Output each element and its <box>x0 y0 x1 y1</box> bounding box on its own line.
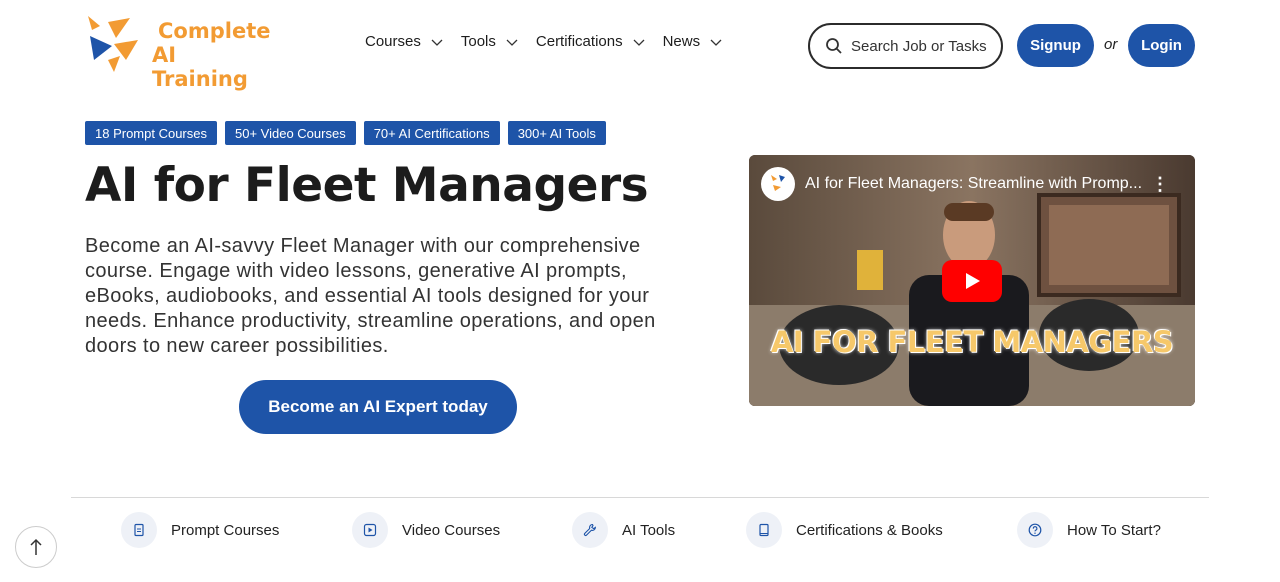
play-button[interactable] <box>942 260 1002 302</box>
badge-prompt-courses[interactable]: 18 Prompt Courses <box>85 121 217 145</box>
brand-logo[interactable]: Complete AI Training <box>86 16 270 91</box>
or-text: or <box>1104 36 1118 53</box>
help-icon <box>1017 512 1053 548</box>
scroll-to-top-button[interactable] <box>15 526 57 568</box>
search-box[interactable] <box>808 23 1003 69</box>
more-options-icon[interactable]: ⋮ <box>1151 175 1169 193</box>
section-divider <box>71 497 1209 498</box>
chevron-down-icon <box>431 39 443 46</box>
bottom-nav-how-to-start[interactable]: How To Start? <box>1017 512 1161 548</box>
nav-certifications-label: Certifications <box>535 33 623 50</box>
badge-certifications[interactable]: 70+ AI Certifications <box>363 121 500 145</box>
chevron-down-icon <box>506 39 518 46</box>
nav-news[interactable]: News <box>663 33 723 50</box>
play-icon <box>352 512 388 548</box>
bottom-nav-label: Certifications & Books <box>796 521 943 539</box>
logo-mark-icon <box>88 16 138 72</box>
bottom-nav-label: Video Courses <box>402 521 501 539</box>
video-caption: AI FOR FLEET MANAGERS <box>770 325 1174 359</box>
search-input[interactable] <box>851 37 1001 55</box>
video-player[interactable]: AI for Fleet Managers: Streamline with P… <box>749 155 1195 406</box>
brand-line2: AI Training <box>152 43 248 91</box>
video-title[interactable]: AI for Fleet Managers: Streamline with P… <box>805 175 1145 193</box>
badge-video-courses[interactable]: 50+ Video Courses <box>225 121 356 145</box>
book-icon <box>746 512 782 548</box>
bottom-nav-certifications-books[interactable]: Certifications & Books <box>746 512 943 548</box>
chevron-down-icon <box>710 39 722 46</box>
channel-avatar[interactable] <box>761 167 795 201</box>
nav-certifications[interactable]: Certifications <box>536 33 645 50</box>
bottom-nav-label: AI Tools <box>622 521 676 539</box>
hero-description: Become an AI-savvy Fleet Manager with ou… <box>85 235 656 357</box>
play-icon <box>966 273 980 289</box>
bottom-nav-ai-tools[interactable]: AI Tools <box>572 512 675 548</box>
bottom-nav-label: How To Start? <box>1067 521 1161 539</box>
nav-tools[interactable]: Tools <box>461 33 518 50</box>
bottom-nav-label: Prompt Courses <box>171 521 280 539</box>
login-button[interactable]: Login <box>1128 24 1195 67</box>
chevron-down-icon <box>633 39 645 46</box>
bottom-nav-video-courses[interactable]: Video Courses <box>352 512 500 548</box>
bottom-nav-prompt-courses[interactable]: Prompt Courses <box>121 512 279 548</box>
badge-ai-tools[interactable]: 300+ AI Tools <box>507 121 606 145</box>
brand-name: Complete AI Training <box>152 19 270 91</box>
bottom-nav: Prompt Courses Video Courses AI Tools Ce… <box>0 512 1280 552</box>
search-icon <box>826 38 842 54</box>
main-nav: Courses Tools Certifications News <box>365 33 740 50</box>
document-icon <box>121 512 157 548</box>
nav-news-label: News <box>662 33 701 50</box>
stats-badges: 18 Prompt Courses 50+ Video Courses 70+ … <box>85 121 606 145</box>
nav-tools-label: Tools <box>460 33 496 50</box>
arrow-up-icon <box>30 538 42 555</box>
channel-logo-icon <box>771 175 785 191</box>
become-expert-button[interactable]: Become an AI Expert today <box>239 380 517 434</box>
brand-line1: Complete <box>158 19 271 43</box>
nav-courses[interactable]: Courses <box>365 33 443 50</box>
page-title: AI for Fleet Managers <box>85 158 649 213</box>
nav-courses-label: Courses <box>365 33 421 50</box>
signup-button[interactable]: Signup <box>1017 24 1094 67</box>
wrench-icon <box>572 512 608 548</box>
